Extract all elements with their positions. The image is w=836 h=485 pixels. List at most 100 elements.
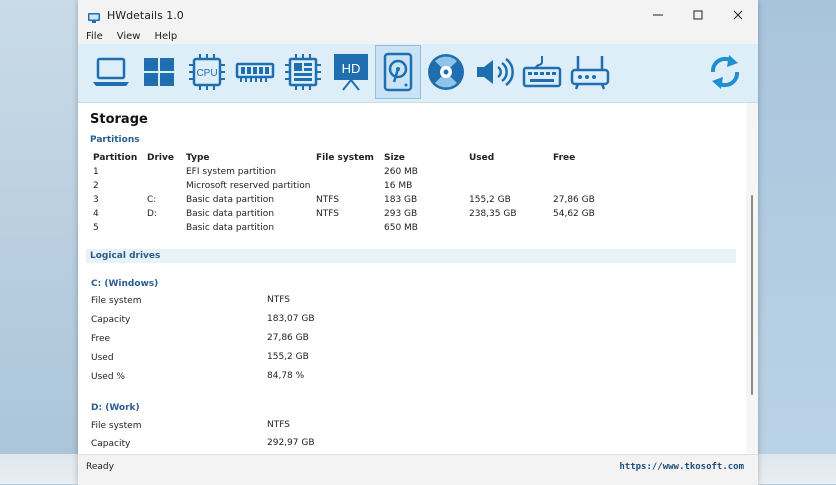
minimize-button[interactable]: [638, 0, 678, 30]
partition-size: 260 MB: [384, 167, 418, 177]
laptop-icon: [93, 57, 129, 86]
maximize-button[interactable]: [678, 0, 718, 30]
col-type: Type: [186, 153, 210, 163]
property-value: 27,86 GB: [267, 333, 309, 343]
display-icon: HD: [334, 54, 368, 91]
partitions-heading: Partitions: [90, 135, 140, 145]
close-icon: [733, 10, 743, 20]
scrollbar-thumb[interactable]: [751, 195, 753, 395]
col-used: Used: [469, 153, 495, 163]
toolbar-windows-button[interactable]: [136, 45, 182, 99]
toolbar-storage-button[interactable]: [375, 45, 421, 99]
partition-number: 2: [93, 181, 99, 191]
partition-type: Microsoft reserved partition: [186, 181, 311, 191]
property-value: 84,78 %: [267, 371, 305, 381]
partition-size: 16 MB: [384, 181, 413, 191]
optical-drive-icon: [428, 54, 464, 90]
toolbar-audio-button[interactable]: [471, 45, 517, 99]
property-value: 292,97 GB: [267, 438, 315, 448]
keyboard-icon: [522, 56, 562, 88]
partition-type: Basic data partition: [186, 223, 275, 233]
close-button[interactable]: [718, 0, 758, 30]
property-label: Capacity: [91, 439, 131, 449]
partition-size: 650 MB: [384, 223, 418, 233]
property-value: NTFS: [267, 295, 290, 305]
desktop-background-left: [0, 0, 78, 484]
partition-size: 183 GB: [384, 195, 418, 205]
website-link[interactable]: https://www.tkosoft.com: [619, 462, 744, 472]
partition-type: EFI system partition: [186, 167, 276, 177]
property-label: Used %: [91, 372, 125, 382]
col-free: Free: [553, 153, 576, 163]
toolbar-cpu-button[interactable]: CPU: [184, 45, 230, 99]
app-window: HWdetails 1.0 File View Help CPU HD Stor…: [78, 0, 758, 485]
toolbar-ram-button[interactable]: [232, 45, 278, 99]
partition-number: 1: [93, 167, 99, 177]
toolbar-display-button[interactable]: HD: [328, 45, 374, 99]
refresh-button[interactable]: [702, 45, 748, 99]
speaker-icon: [477, 57, 514, 87]
property-label: Used: [91, 353, 114, 363]
motherboard-icon: [285, 54, 321, 90]
windows-icon: [144, 58, 174, 86]
partition-used: 155,2 GB: [469, 195, 511, 205]
cpu-icon-label: CPU: [196, 68, 217, 79]
property-value: 155,2 GB: [267, 352, 309, 362]
col-drive: Drive: [147, 153, 174, 163]
section-title: Storage: [90, 112, 148, 127]
toolbar-network-button[interactable]: [567, 45, 613, 99]
status-bar: Ready https://www.tkosoft.com: [78, 454, 758, 485]
storage-icon: [383, 52, 413, 92]
partition-number: 3: [93, 195, 99, 205]
partition-drive: C:: [147, 195, 157, 205]
partition-type: Basic data partition: [186, 209, 275, 219]
logical-drives-band: [86, 249, 736, 263]
minimize-icon: [653, 14, 663, 16]
property-label: Free: [91, 334, 111, 344]
partition-number: 5: [93, 223, 99, 233]
col-filesystem: File system: [316, 153, 374, 163]
toolbar-laptop-button[interactable]: [88, 45, 134, 99]
partition-filesystem: NTFS: [316, 209, 339, 219]
menu-help[interactable]: Help: [146, 31, 183, 42]
partition-type: Basic data partition: [186, 195, 275, 205]
menu-bar: File View Help: [78, 28, 758, 44]
app-icon: [87, 9, 101, 23]
partition-free: 54,62 GB: [553, 209, 595, 219]
router-icon: [570, 56, 610, 90]
partition-size: 293 GB: [384, 209, 418, 219]
property-label: File system: [91, 421, 142, 431]
menu-file[interactable]: File: [78, 31, 109, 42]
maximize-icon: [693, 10, 703, 20]
desktop-background-right: [758, 0, 836, 484]
status-text: Ready: [86, 462, 114, 472]
toolbar-optical-button[interactable]: [423, 45, 469, 99]
partition-free: 27,86 GB: [553, 195, 595, 205]
menu-view[interactable]: View: [109, 31, 147, 42]
vertical-scrollbar[interactable]: [746, 103, 758, 453]
property-value: NTFS: [267, 420, 290, 430]
partition-drive: D:: [147, 209, 157, 219]
toolbar-input-button[interactable]: [519, 45, 565, 99]
property-label: File system: [91, 296, 142, 306]
display-icon-label: HD: [342, 61, 361, 76]
content-panel: Storage Partitions Partition Drive Type …: [78, 103, 746, 453]
cpu-icon: CPU: [189, 54, 225, 90]
logical-drives-heading: Logical drives: [90, 251, 161, 261]
drive-d-title: D: (Work): [91, 403, 140, 413]
partition-filesystem: NTFS: [316, 195, 339, 205]
window-controls: [638, 0, 758, 30]
toolbar: CPU HD: [78, 44, 758, 103]
title-bar[interactable]: HWdetails 1.0: [78, 0, 758, 30]
partition-number: 4: [93, 209, 99, 219]
ram-icon: [235, 62, 275, 82]
property-value: 183,07 GB: [267, 314, 315, 324]
drive-c-title: C: (Windows): [91, 279, 159, 289]
property-label: Capacity: [91, 315, 131, 325]
toolbar-motherboard-button[interactable]: [280, 45, 326, 99]
col-partition: Partition: [93, 153, 138, 163]
window-title: HWdetails 1.0: [107, 8, 184, 22]
col-size: Size: [384, 153, 405, 163]
partition-used: 238,35 GB: [469, 209, 517, 219]
refresh-icon: [710, 55, 740, 89]
